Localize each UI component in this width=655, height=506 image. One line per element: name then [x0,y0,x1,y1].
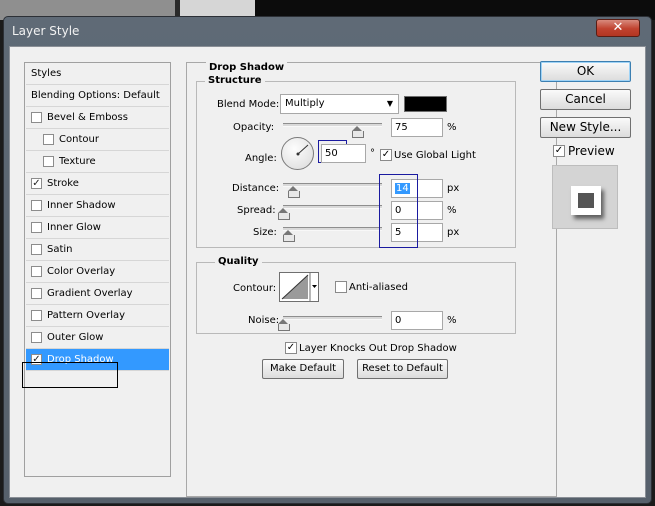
noise-slider-thumb[interactable] [278,319,290,331]
preview-label[interactable]: Preview [568,144,615,158]
degree-unit: ° [370,148,375,159]
use-global-light-checkbox[interactable]: ✓ [380,149,392,161]
quality-group: Quality Contour: Anti-aliased Noise: 0 % [196,256,516,334]
styles-list: Styles Blending Options: Default Bevel &… [24,62,171,477]
style-item-checkbox[interactable] [31,266,42,277]
style-item-checkbox[interactable] [31,288,42,299]
layer-style-dialog: Layer Style ✕ Styles Blending Options: D… [3,16,652,504]
quality-title: Quality [215,256,262,267]
window-title: Layer Style [12,24,80,38]
blend-mode-label: Blend Mode: [217,99,280,110]
opacity-slider[interactable] [283,123,382,127]
values-highlight-box [379,174,418,248]
distance-slider-thumb[interactable] [287,186,300,198]
style-item-label: Pattern Overlay [47,310,126,321]
style-item-label: Inner Shadow [47,200,116,211]
angle-label: Angle: [245,153,277,164]
structure-group: Structure Blend Mode: Multiply ▼ Opacity… [196,75,516,248]
angle-input[interactable]: 50 [321,144,366,163]
ok-button[interactable]: OK [540,61,631,82]
spread-unit: % [447,205,457,216]
style-preview [552,165,618,229]
shadow-color-swatch[interactable] [404,96,447,112]
contour-label: Contour: [233,283,277,294]
spread-slider-thumb[interactable] [278,208,290,220]
reset-to-default-button[interactable]: Reset to Default [357,359,448,379]
style-item-label: Outer Glow [47,332,104,343]
structure-title: Structure [205,75,265,86]
style-item-outer-glow[interactable]: Outer Glow [26,327,169,349]
style-item-gradient-overlay[interactable]: Gradient Overlay [26,283,169,305]
style-item-checkbox[interactable] [31,200,42,211]
opacity-label: Opacity: [233,122,275,133]
noise-label: Noise: [248,315,280,326]
style-item-checkbox[interactable] [43,134,54,145]
style-item-pattern-overlay[interactable]: Pattern Overlay [26,305,169,327]
style-item-stroke[interactable]: ✓ Stroke [26,173,169,195]
style-item-checkbox[interactable] [31,112,42,123]
style-item-checkbox[interactable] [31,332,42,343]
distance-label: Distance: [232,183,280,194]
angle-dial[interactable] [281,137,314,170]
style-item-label: Inner Glow [47,222,101,233]
distance-unit: px [447,183,460,194]
close-button[interactable]: ✕ [596,19,640,37]
cancel-button[interactable]: Cancel [540,89,631,110]
style-item-bevel-emboss[interactable]: Bevel & Emboss [26,107,169,129]
opacity-input[interactable]: 75 [391,118,443,137]
anti-aliased-label[interactable]: Anti-aliased [349,282,408,293]
style-item-label: Texture [59,156,96,167]
style-item-checkbox[interactable] [31,222,42,233]
selection-outline [22,362,118,388]
blend-mode-value: Multiply [285,98,325,109]
preview-checkbox[interactable]: ✓ [553,145,565,157]
size-unit: px [447,227,460,238]
size-label: Size: [253,227,277,238]
style-item-satin[interactable]: Satin [26,239,169,261]
style-item-checkbox[interactable] [31,310,42,321]
noise-unit: % [447,315,457,326]
style-item-label: Satin [47,244,73,255]
style-item-contour[interactable]: Contour [26,129,169,151]
opacity-unit: % [447,122,457,133]
size-slider-thumb[interactable] [282,230,295,242]
style-item-color-overlay[interactable]: Color Overlay [26,261,169,283]
new-style-button[interactable]: New Style... [540,117,631,138]
style-item-label: Contour [59,134,99,145]
title-bar[interactable]: Layer Style ✕ [4,17,651,45]
drop-shadow-panel: Drop Shadow Structure Blend Mode: Multip… [186,62,557,497]
blend-mode-select[interactable]: Multiply ▼ [280,94,399,114]
size-slider[interactable] [283,227,382,231]
dropdown-arrow-icon: ▼ [386,99,393,108]
opacity-slider-thumb[interactable] [352,126,365,138]
knockout-label[interactable]: Layer Knocks Out Drop Shadow [299,343,457,354]
knockout-checkbox[interactable]: ✓ [285,342,297,354]
spread-slider[interactable] [283,205,382,209]
noise-slider[interactable] [283,316,382,320]
noise-input[interactable]: 0 [391,311,443,330]
use-global-light-label[interactable]: Use Global Light [394,150,476,161]
style-item-label: Bevel & Emboss [47,112,128,123]
style-item-checkbox[interactable] [43,156,54,167]
spread-label: Spread: [237,205,276,216]
style-item-checkbox[interactable] [31,244,42,255]
make-default-button[interactable]: Make Default [262,359,344,379]
style-item-label: Stroke [47,178,79,189]
style-item-label: Color Overlay [47,266,116,277]
style-item-checkbox[interactable]: ✓ [31,178,42,189]
dialog-body: Styles Blending Options: Default Bevel &… [9,46,646,498]
styles-header[interactable]: Styles [26,63,169,85]
anti-aliased-checkbox[interactable] [335,281,347,293]
style-item-inner-shadow[interactable]: Inner Shadow [26,195,169,217]
blending-options-item[interactable]: Blending Options: Default [26,85,169,107]
style-item-texture[interactable]: Texture [26,151,169,173]
style-item-label: Gradient Overlay [47,288,133,299]
contour-picker[interactable] [279,272,319,302]
style-item-inner-glow[interactable]: Inner Glow [26,217,169,239]
drop-shadow-title: Drop Shadow [206,62,288,73]
